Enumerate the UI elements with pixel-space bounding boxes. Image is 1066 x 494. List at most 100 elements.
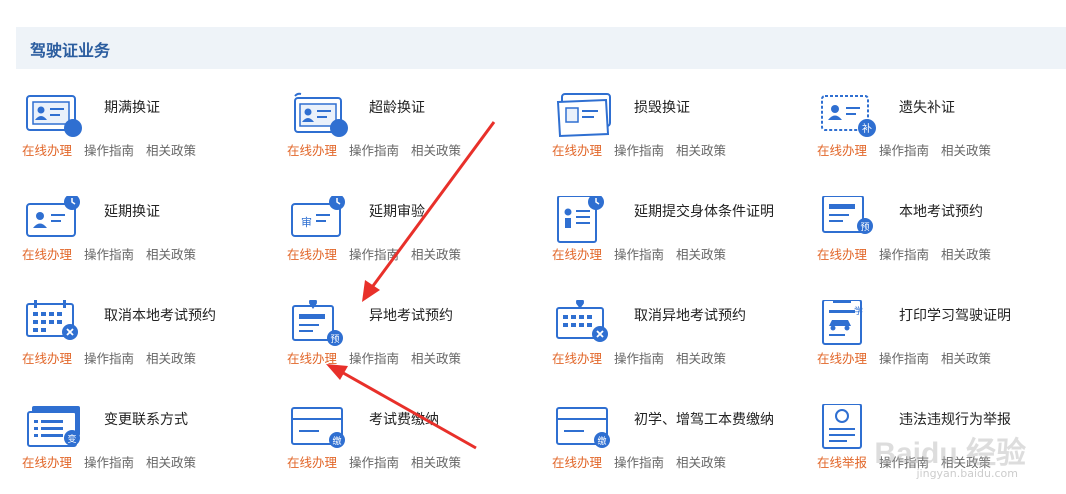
- service-card-change-contact[interactable]: 变 变更联系方式 在线办理 操作指南 相关政策: [22, 404, 272, 494]
- online-link[interactable]: 在线办理: [22, 143, 72, 158]
- card-title: 延期换证: [104, 204, 160, 220]
- policy-link[interactable]: 相关政策: [676, 247, 726, 262]
- card-links: 在线办理 操作指南 相关政策: [22, 244, 204, 263]
- service-card-overage-renewal[interactable]: 超龄换证 在线办理 操作指南 相关政策: [287, 92, 537, 182]
- service-card-local-exam-booking[interactable]: 预 本地考试预约 在线办理 操作指南 相关政策: [817, 196, 1066, 286]
- service-card-lost-replacement[interactable]: 补 遗失补证 在线办理 操作指南 相关政策: [817, 92, 1066, 182]
- form-reserve-icon: 预: [822, 196, 873, 234]
- card-title: 变更联系方式: [104, 412, 188, 428]
- guide-link[interactable]: 操作指南: [349, 351, 399, 366]
- card-links: 在线办理 操作指南 相关政策: [287, 244, 469, 263]
- card-title: 异地考试预约: [369, 308, 453, 324]
- online-link[interactable]: 在线办理: [552, 143, 602, 158]
- card-links: 在线办理 操作指南 相关政策: [552, 348, 734, 367]
- policy-link[interactable]: 相关政策: [146, 247, 196, 262]
- badge-text: 缴: [597, 435, 606, 447]
- online-link[interactable]: 在线办理: [287, 247, 337, 262]
- policy-link[interactable]: 相关政策: [676, 143, 726, 158]
- policy-link[interactable]: 相关政策: [146, 143, 196, 158]
- card-title: 本地考试预约: [899, 204, 983, 220]
- calendar-location-cancel-icon: [556, 300, 608, 342]
- guide-link[interactable]: 操作指南: [614, 247, 664, 262]
- id-card-refresh-icon: [294, 92, 348, 137]
- guide-link[interactable]: 操作指南: [614, 351, 664, 366]
- card-links: 在线办理 操作指南 相关政策: [287, 348, 469, 367]
- policy-link[interactable]: 相关政策: [411, 351, 461, 366]
- card-title: 打印学习驾驶证明: [899, 308, 1011, 324]
- card-links: 在线办理 操作指南 相关政策: [817, 348, 999, 367]
- guide-link[interactable]: 操作指南: [84, 247, 134, 262]
- card-title: 取消本地考试预约: [104, 308, 216, 324]
- card-title: 初学、增驾工本费缴纳: [634, 412, 774, 428]
- service-card-deferred-health-proof[interactable]: 延期提交身体条件证明 在线办理 操作指南 相关政策: [552, 196, 802, 286]
- online-link[interactable]: 在线办理: [287, 455, 337, 470]
- guide-link[interactable]: 操作指南: [614, 455, 664, 470]
- online-link[interactable]: 在线办理: [22, 455, 72, 470]
- policy-link[interactable]: 相关政策: [411, 143, 461, 158]
- card-links: 在线办理 操作指南 相关政策: [287, 140, 469, 159]
- guide-link[interactable]: 操作指南: [879, 247, 929, 262]
- guide-link[interactable]: 操作指南: [84, 143, 134, 158]
- review-card-clock-icon: 审: [291, 196, 345, 237]
- online-link[interactable]: 在线办理: [817, 143, 867, 158]
- form-location-reserve-icon: 预: [292, 300, 343, 346]
- service-card-cancel-local-exam[interactable]: 取消本地考试预约 在线办理 操作指南 相关政策: [22, 300, 272, 390]
- service-card-print-learner-permit[interactable]: 学 打印学习驾驶证明 在线办理 操作指南 相关政策: [817, 300, 1066, 390]
- guide-link[interactable]: 操作指南: [614, 143, 664, 158]
- fee-card-icon: 缴: [291, 407, 345, 448]
- service-card-remote-exam-booking[interactable]: 预 异地考试预约 在线办理 操作指南 相关政策: [287, 300, 537, 390]
- guide-link[interactable]: 操作指南: [84, 351, 134, 366]
- online-link[interactable]: 在线办理: [817, 247, 867, 262]
- id-card-replace-icon: 补: [821, 95, 876, 137]
- card-title: 超龄换证: [369, 100, 425, 116]
- policy-link[interactable]: 相关政策: [411, 247, 461, 262]
- online-link[interactable]: 在线办理: [552, 455, 602, 470]
- card-title: 取消异地考试预约: [634, 308, 746, 324]
- online-link[interactable]: 在线办理: [552, 247, 602, 262]
- service-card-deferred-renewal[interactable]: 延期换证 在线办理 操作指南 相关政策: [22, 196, 272, 286]
- id-card-damaged-icon: [556, 93, 611, 138]
- policy-link[interactable]: 相关政策: [941, 351, 991, 366]
- policy-link[interactable]: 相关政策: [146, 351, 196, 366]
- guide-link[interactable]: 操作指南: [349, 455, 399, 470]
- id-card-clock-icon: [26, 95, 82, 137]
- card-links: 在线办理 操作指南 相关政策: [817, 140, 999, 159]
- badge-text: 补: [862, 122, 872, 135]
- guide-link[interactable]: 操作指南: [349, 247, 399, 262]
- card-title: 损毁换证: [634, 100, 690, 116]
- online-link[interactable]: 在线办理: [287, 143, 337, 158]
- policy-link[interactable]: 相关政策: [941, 143, 991, 158]
- online-link[interactable]: 在线办理: [22, 247, 72, 262]
- card-title: 期满换证: [104, 100, 160, 116]
- badge-text: 预: [330, 334, 339, 345]
- online-link[interactable]: 在线办理: [552, 351, 602, 366]
- service-card-deferred-review[interactable]: 审 延期审验 在线办理 操作指南 相关政策: [287, 196, 537, 286]
- online-link[interactable]: 在线办理: [817, 351, 867, 366]
- card-title: 延期提交身体条件证明: [634, 204, 774, 220]
- card-links: 在线办理 操作指南 相关政策: [552, 452, 734, 471]
- contact-change-icon: 变: [27, 406, 80, 447]
- report-doc-icon: [822, 404, 862, 449]
- service-card-production-fee-payment[interactable]: 缴 初学、增驾工本费缴纳 在线办理 操作指南 相关政策: [552, 404, 802, 494]
- online-link[interactable]: 在线办理: [287, 351, 337, 366]
- guide-link[interactable]: 操作指南: [84, 455, 134, 470]
- watermark-brand: Baidu 经验: [874, 437, 1026, 470]
- learner-car-doc-icon: 学: [822, 300, 863, 345]
- guide-link[interactable]: 操作指南: [349, 143, 399, 158]
- guide-link[interactable]: 操作指南: [879, 143, 929, 158]
- service-card-exam-fee-payment[interactable]: 缴 考试费缴纳 在线办理 操作指南 相关政策: [287, 404, 537, 494]
- service-card-damaged-renewal[interactable]: 损毁换证 在线办理 操作指南 相关政策: [552, 92, 802, 182]
- policy-link[interactable]: 相关政策: [941, 247, 991, 262]
- card-links: 在线办理 操作指南 相关政策: [287, 452, 469, 471]
- policy-link[interactable]: 相关政策: [146, 455, 196, 470]
- card-links: 在线办理 操作指南 相关政策: [22, 452, 204, 471]
- online-link[interactable]: 在线举报: [817, 455, 867, 470]
- id-card-clock-icon: [26, 196, 80, 237]
- service-card-expiry-renewal[interactable]: 期满换证 在线办理 操作指南 相关政策: [22, 92, 272, 182]
- policy-link[interactable]: 相关政策: [676, 455, 726, 470]
- policy-link[interactable]: 相关政策: [411, 455, 461, 470]
- service-card-cancel-remote-exam[interactable]: 取消异地考试预约 在线办理 操作指南 相关政策: [552, 300, 802, 390]
- policy-link[interactable]: 相关政策: [676, 351, 726, 366]
- online-link[interactable]: 在线办理: [22, 351, 72, 366]
- guide-link[interactable]: 操作指南: [879, 351, 929, 366]
